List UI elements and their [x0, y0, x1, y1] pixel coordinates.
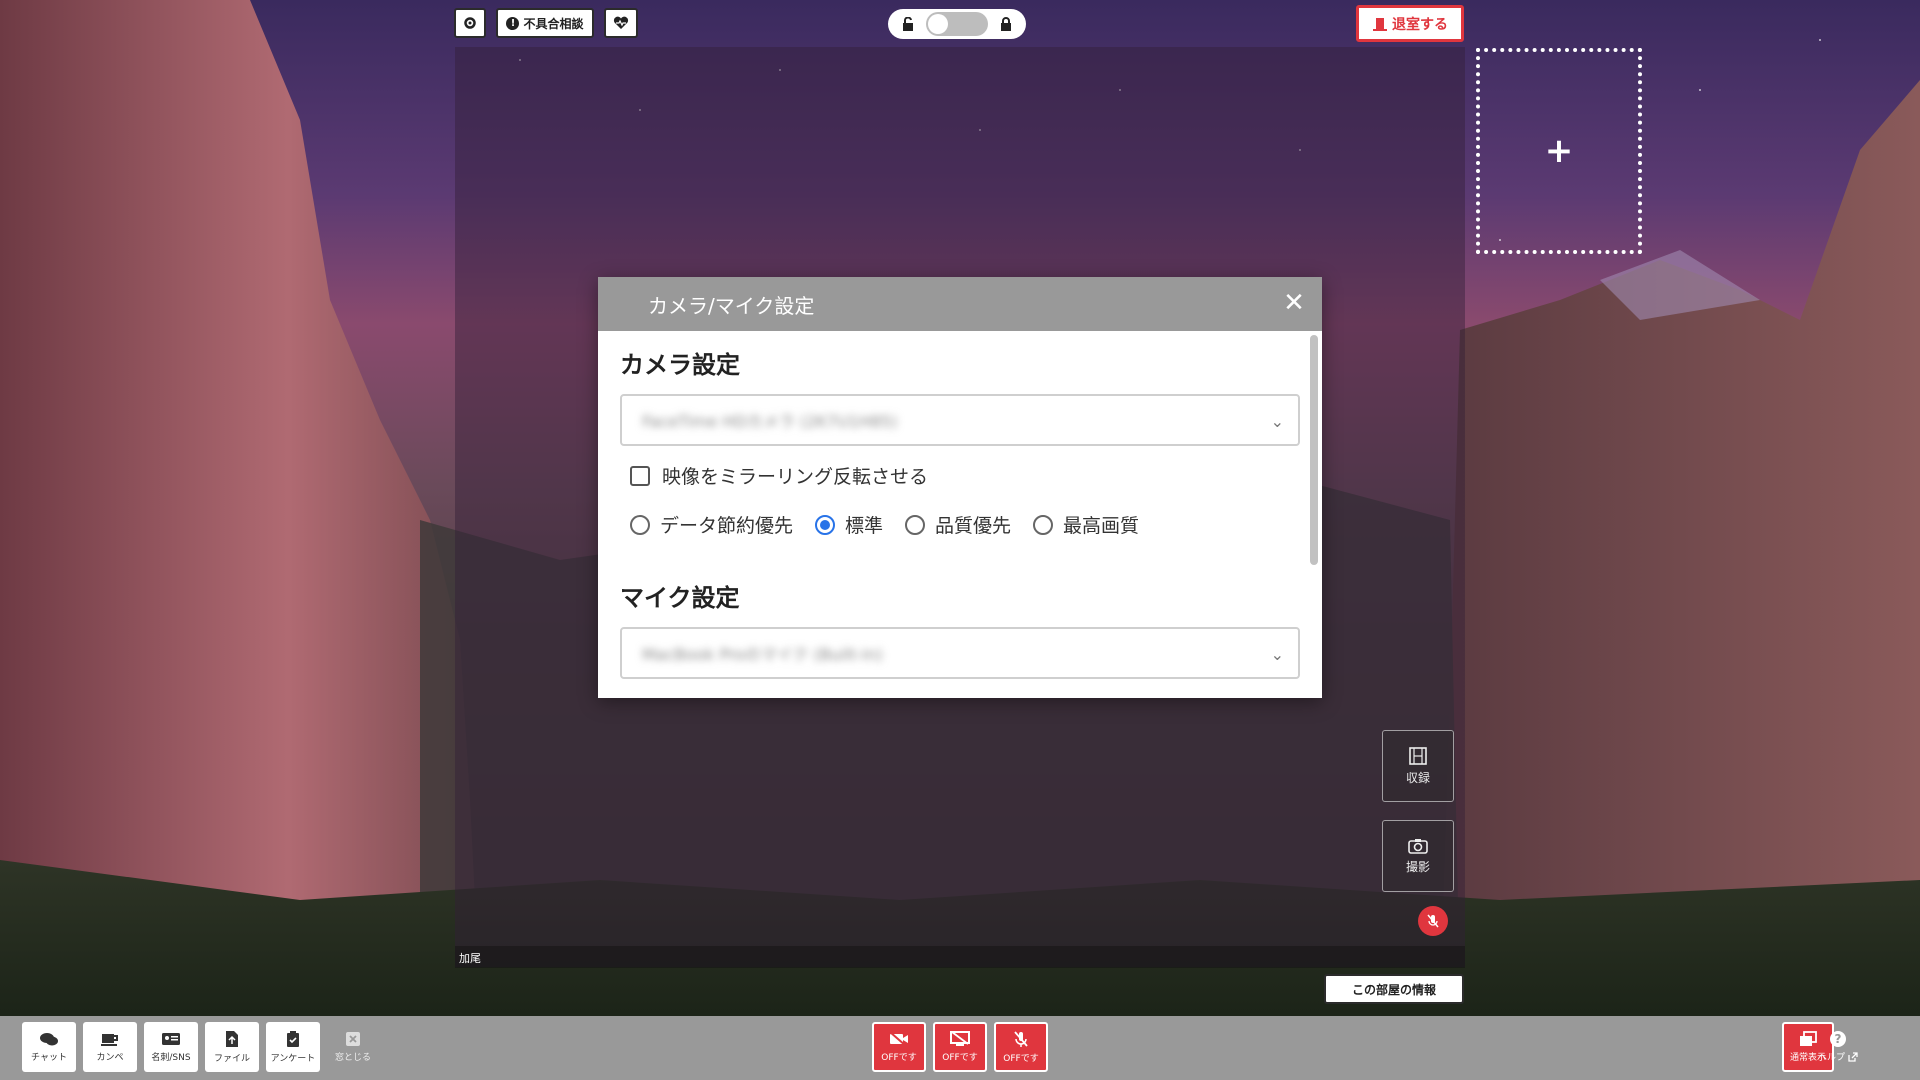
camera-off-label: OFFです — [881, 1053, 917, 1063]
record-label: 収録 — [1405, 770, 1430, 785]
quality-option-label: 品質優先 — [935, 515, 1012, 537]
external-link-icon — [1848, 1051, 1858, 1062]
film-icon — [1409, 746, 1427, 765]
dialog-body: カメラ設定 FaceTime HDカメラ (2K7U1H85) ⌄ 映像をミラー… — [598, 331, 1322, 698]
radio-button[interactable] — [1033, 514, 1054, 535]
lock-icon — [1001, 17, 1011, 31]
trouble-consult-label: 不具合相談 — [523, 16, 584, 31]
screen-share-off-icon — [950, 1031, 970, 1046]
record-button[interactable]: 収録 — [1382, 730, 1454, 802]
business-card-label: 名刺/SNS — [151, 1053, 191, 1063]
radio-button-selected[interactable] — [815, 514, 836, 535]
camera-select[interactable]: FaceTime HDカメラ (2K7U1H85) ⌄ — [620, 394, 1300, 446]
dialog-title: カメラ/マイク設定 — [648, 293, 815, 318]
dialog-scrollbar[interactable] — [1310, 335, 1318, 565]
quality-option-data-saving[interactable]: データ節約優先 — [630, 511, 793, 538]
file-label: ファイル — [213, 1054, 250, 1064]
mic-off-icon — [1427, 914, 1439, 928]
close-box-icon — [346, 1032, 360, 1046]
participant-name: 加尾 — [459, 952, 481, 965]
quality-option-quality-priority[interactable]: 品質優先 — [905, 511, 1011, 538]
screen-share-toggle-button[interactable]: OFFです — [933, 1022, 987, 1072]
quality-option-label: データ節約優先 — [660, 515, 794, 537]
exit-room-button[interactable]: 退室する — [1356, 5, 1464, 42]
toggle-knob[interactable] — [928, 14, 948, 34]
screen-share-off-label: OFFです — [942, 1053, 978, 1063]
settings-button[interactable] — [454, 8, 486, 38]
camera-mic-settings-dialog: カメラ/マイク設定 ✕ カメラ設定 FaceTime HDカメラ (2K7U1H… — [598, 277, 1322, 698]
chat-button[interactable]: チャット — [22, 1022, 76, 1072]
kanpe-button[interactable]: カンペ — [83, 1022, 137, 1072]
video-name-bar — [455, 946, 1465, 968]
mic-select-value: MacBook Proのマイク (Built-in) — [642, 645, 883, 664]
radio-button[interactable] — [905, 514, 926, 535]
plus-icon: + — [1544, 131, 1574, 171]
mic-select[interactable]: MacBook Proのマイク (Built-in) ⌄ — [620, 627, 1300, 679]
id-card-icon — [162, 1033, 180, 1045]
chevron-down-icon: ⌄ — [1270, 645, 1284, 664]
toggle-track[interactable] — [926, 12, 988, 36]
file-upload-icon — [226, 1031, 238, 1047]
chat-label: チャット — [31, 1053, 67, 1063]
camera-section-title: カメラ設定 — [620, 351, 740, 379]
mic-off-label: OFFです — [1003, 1054, 1039, 1064]
photo-button[interactable]: 撮影 — [1382, 820, 1454, 892]
add-participant-slot[interactable]: + — [1476, 48, 1642, 254]
mirror-checkbox[interactable] — [630, 465, 650, 486]
camera-icon — [1408, 838, 1428, 854]
help-label: ヘルプ — [1817, 1053, 1845, 1063]
close-window-label: 窓とじる — [334, 1053, 371, 1063]
heart-pulse-icon — [613, 16, 629, 29]
quality-option-standard[interactable]: 標準 — [815, 511, 883, 538]
video-off-icon — [889, 1031, 908, 1047]
business-card-button[interactable]: 名刺/SNS — [144, 1022, 198, 1072]
close-icon[interactable]: ✕ — [1280, 288, 1308, 318]
trouble-consult-button[interactable]: ! 不具合相談 — [496, 8, 594, 38]
gear-icon — [464, 17, 476, 29]
chevron-down-icon: ⌄ — [1270, 412, 1284, 431]
quality-option-highest[interactable]: 最高画質 — [1033, 511, 1139, 538]
camera-toggle-button[interactable]: OFFです — [872, 1022, 926, 1072]
dialog-header: カメラ/マイク設定 ✕ — [598, 277, 1322, 331]
heart-monitor-button[interactable] — [604, 8, 638, 38]
unlock-icon — [903, 17, 913, 31]
mic-off-icon — [1014, 1031, 1028, 1047]
close-window-button[interactable]: 窓とじる — [330, 1026, 376, 1068]
photo-label: 撮影 — [1405, 859, 1430, 874]
quality-option-label: 最高画質 — [1063, 515, 1140, 537]
survey-button[interactable]: アンケート — [266, 1022, 320, 1072]
radio-button[interactable] — [630, 514, 650, 535]
room-info-button[interactable]: この部屋の情報 — [1324, 974, 1464, 1004]
file-button[interactable]: ファイル — [205, 1022, 259, 1072]
mic-toggle-button[interactable]: OFFです — [994, 1022, 1048, 1072]
clipboard-check-icon — [287, 1031, 299, 1047]
survey-label: アンケート — [270, 1054, 316, 1064]
room-lock-toggle[interactable] — [888, 9, 1026, 39]
quality-option-label: 標準 — [845, 515, 884, 537]
mirror-label: 映像をミラーリング反転させる — [662, 466, 929, 488]
quality-radio-group: データ節約優先 標準 品質優先 最高画質 — [620, 511, 1300, 538]
kanpe-label: カンペ — [96, 1053, 124, 1063]
exit-room-label: 退室する — [1392, 16, 1448, 33]
mirror-option[interactable]: 映像をミラーリング反転させる — [620, 462, 1300, 489]
info-circle-icon: ! — [506, 16, 520, 30]
mic-section-title: マイク設定 — [620, 584, 740, 612]
question-circle-icon: ? — [1830, 1031, 1846, 1047]
door-exit-icon — [1373, 17, 1387, 31]
mic-muted-indicator — [1418, 906, 1448, 936]
camera-select-value: FaceTime HDカメラ (2K7U1H85) — [642, 412, 898, 431]
coffee-cup-icon — [101, 1034, 118, 1046]
help-button[interactable]: ? ヘルプ — [1808, 1026, 1868, 1068]
chat-bubble-icon — [40, 1033, 58, 1046]
